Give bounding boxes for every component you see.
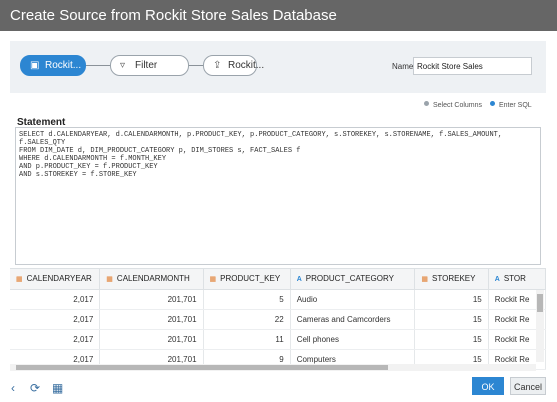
- sql-line: AND p.PRODUCT_KEY = f.PRODUCT_KEY: [19, 163, 158, 171]
- database-icon: ▣: [30, 60, 40, 71]
- preview-table: ▦ CALENDARYEAR ▦ CALENDARMONTH ▦ PRODUCT_KE…: [10, 268, 546, 370]
- sql-line: f.SALES_QTY: [19, 139, 66, 147]
- create-source-dialog: Create Source from Rockit Store Sales Da…: [0, 0, 557, 402]
- table-cell: 15: [414, 329, 489, 350]
- table-cell: 201,701: [99, 309, 204, 330]
- column-header-calendarmonth[interactable]: ▦ CALENDARMONTH: [99, 269, 204, 290]
- table-cell: 22: [203, 309, 291, 330]
- scrollbar-thumb[interactable]: [16, 365, 388, 370]
- option-enter-sql-label: Enter SQL: [499, 102, 532, 109]
- column-header-label: STOREKEY: [432, 274, 476, 284]
- column-header-calendaryear[interactable]: ▦ CALENDARYEAR: [10, 269, 101, 290]
- ok-button[interactable]: OK: [472, 377, 504, 395]
- option-select-columns-label: Select Columns: [433, 102, 483, 109]
- sql-line: FROM DIM_DATE d, DIM_PRODUCT_CATEGORY p,…: [19, 147, 301, 155]
- refresh-icon[interactable]: ⟳: [30, 381, 40, 395]
- step-output[interactable]: ⇪ Rockit...: [203, 55, 264, 76]
- step-filter[interactable]: ▿ Filter: [110, 55, 189, 76]
- sql-editor[interactable]: SELECT d.CALENDARYEAR, d.CALENDARMONTH, …: [15, 127, 541, 265]
- column-header-product-category[interactable]: A PRODUCT_CATEGORY: [290, 269, 416, 290]
- sql-line: SELECT d.CALENDARYEAR, d.CALENDARMONTH, …: [19, 131, 503, 139]
- text-column-icon: A: [494, 276, 500, 284]
- table-cell: 15: [414, 289, 489, 310]
- dialog-title: Create Source from Rockit Store Sales Da…: [0, 0, 557, 31]
- column-header-label: PRODUCT_CATEGORY: [305, 274, 394, 284]
- filter-icon: ▿: [120, 60, 126, 71]
- table-view-icon[interactable]: ▦: [52, 381, 63, 395]
- horizontal-scrollbar[interactable]: [10, 364, 536, 371]
- column-header-label: PRODUCT_KEY: [220, 274, 281, 284]
- numeric-column-icon: ▦: [421, 276, 429, 284]
- radio-select-columns-icon: [424, 101, 429, 106]
- scrollbar-thumb[interactable]: [537, 294, 543, 312]
- sql-line: WHERE d.CALENDARMONTH = f.MONTH_KEY: [19, 155, 167, 163]
- column-header-product-key[interactable]: ▦ PRODUCT_KEY: [203, 269, 291, 290]
- table-cell: 201,701: [99, 329, 204, 350]
- table-cell: Cell phones: [290, 329, 416, 350]
- table-cell: Cameras and Camcorders: [290, 309, 416, 330]
- column-header-label: CALENDARYEAR: [26, 274, 92, 284]
- step-output-label: Rockit...: [228, 60, 265, 71]
- name-label: Name: [392, 62, 414, 71]
- numeric-column-icon: ▦: [16, 276, 23, 284]
- flow-steps-bar: ▣ Rockit... ▿ Filter ⇪ Rockit... Name: [10, 41, 546, 93]
- table-cell: 5: [203, 289, 291, 310]
- radio-enter-sql-icon: [490, 101, 495, 106]
- table-cell: 11: [203, 329, 291, 350]
- table-cell: 201,701: [99, 289, 204, 310]
- table-header-row: ▦ CALENDARYEAR ▦ CALENDARMONTH ▦ PRODUCT_KE…: [10, 269, 546, 290]
- table-cell: Audio: [290, 289, 416, 310]
- table-cell: 2,017: [10, 329, 101, 350]
- step-source-label: Rockit...: [45, 60, 82, 71]
- option-select-columns[interactable]: Select Columns: [424, 101, 482, 109]
- table-cell: 2,017: [10, 289, 101, 310]
- text-column-icon: A: [296, 276, 302, 284]
- export-icon: ⇪: [213, 60, 222, 71]
- numeric-column-icon: ▦: [209, 276, 217, 284]
- column-header-storename[interactable]: A STOR: [488, 269, 546, 290]
- table-row: 2,017 201,701 22 Cameras and Camcorders …: [10, 309, 546, 330]
- step-connector: [189, 65, 203, 66]
- vertical-scrollbar[interactable]: [536, 290, 544, 362]
- table-cell: 15: [414, 309, 489, 330]
- cancel-button[interactable]: Cancel: [510, 377, 546, 395]
- name-input[interactable]: [413, 57, 532, 75]
- back-icon[interactable]: ‹: [11, 381, 15, 395]
- column-header-label: STOR: [503, 274, 526, 284]
- table-row: 2,017 201,701 11 Cell phones 15 Rockit R…: [10, 329, 546, 350]
- sql-line: AND s.STOREKEY = f.STORE_KEY: [19, 171, 137, 179]
- numeric-column-icon: ▦: [106, 276, 113, 284]
- column-header-storekey[interactable]: ▦ STOREKEY: [414, 269, 489, 290]
- step-source[interactable]: ▣ Rockit...: [20, 55, 86, 76]
- column-header-label: CALENDARMONTH: [116, 274, 190, 284]
- option-enter-sql[interactable]: Enter SQL: [490, 101, 532, 109]
- step-filter-label: Filter: [135, 60, 158, 71]
- table-row: 2,017 201,701 5 Audio 15 Rockit Re: [10, 289, 546, 310]
- table-cell: 2,017: [10, 309, 101, 330]
